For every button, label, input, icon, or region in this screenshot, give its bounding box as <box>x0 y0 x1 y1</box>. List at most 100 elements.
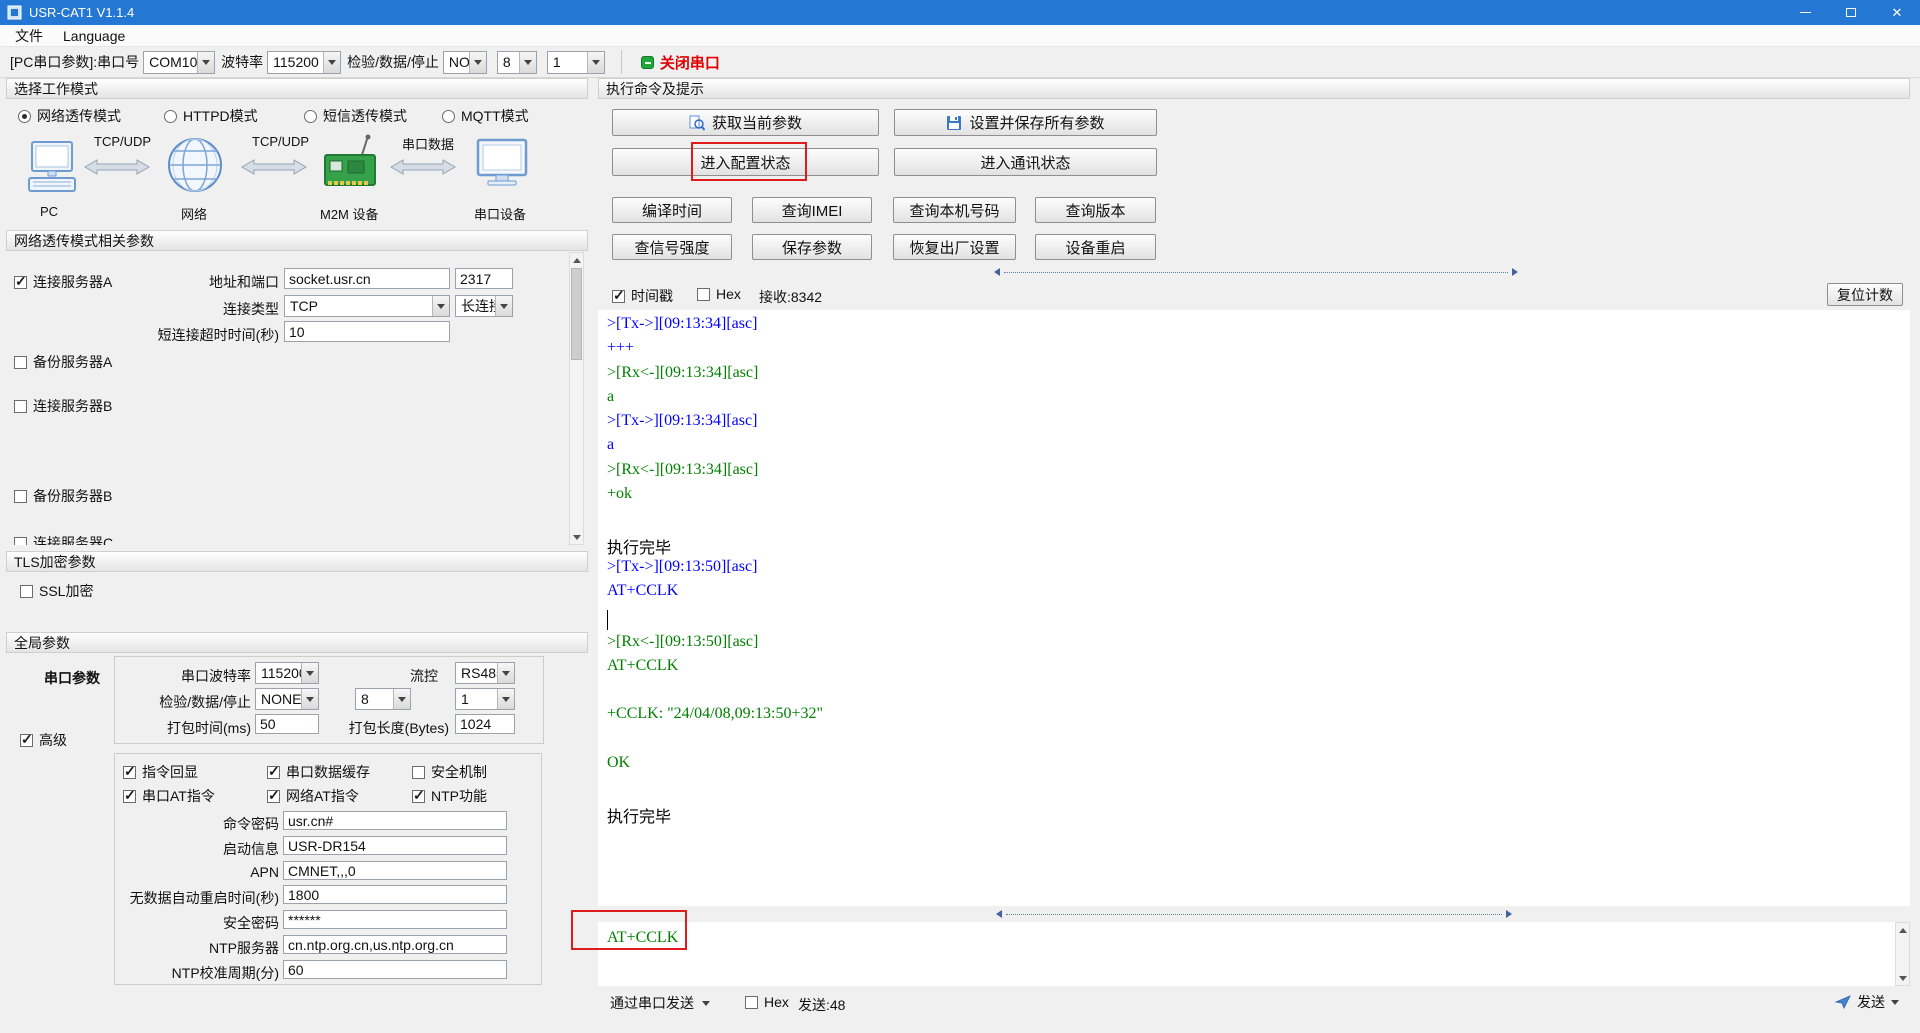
query-version-button[interactable]: 查询版本 <box>1035 197 1156 223</box>
set-save-params-button[interactable]: 设置并保存所有参数 <box>894 109 1157 136</box>
pc-label: PC <box>40 204 58 219</box>
network-label: 网络 <box>181 204 207 223</box>
get-params-button[interactable]: 获取当前参数 <box>612 109 879 136</box>
server-addr-input[interactable] <box>284 268 450 289</box>
g-parity-select[interactable]: NONE <box>255 688 319 710</box>
serial-at-checkbox-row[interactable]: 串口AT指令 <box>123 786 215 806</box>
baud-select[interactable]: 115200 <box>267 51 341 74</box>
stopbits-select[interactable]: 1 <box>547 51 605 74</box>
global-params-header: 全局参数 <box>6 632 588 653</box>
app-icon <box>7 5 22 20</box>
chevron-down-icon <box>497 689 514 709</box>
advanced-checkbox-row[interactable]: 高级 <box>20 730 67 750</box>
timestamp-checkbox <box>612 290 625 303</box>
close-icon: ✕ <box>1892 5 1903 21</box>
send-plane-icon <box>1835 995 1851 1009</box>
send-button[interactable]: 发送 <box>1835 992 1899 1012</box>
boot-info-input[interactable] <box>283 836 507 855</box>
factory-reset-button[interactable]: 恢复出厂设置 <box>893 234 1016 260</box>
save-icon <box>946 115 962 131</box>
recv-hex-checkbox-row[interactable]: Hex <box>697 286 741 302</box>
maximize-button[interactable] <box>1828 0 1874 25</box>
security-password-input[interactable] <box>283 910 507 929</box>
net-params-scrollbar[interactable] <box>569 252 584 545</box>
radio-net-passthrough[interactable]: 网络透传模式 <box>18 106 121 126</box>
query-imei-button[interactable]: 查询IMEI <box>752 197 872 223</box>
close-button[interactable]: ✕ <box>1874 0 1920 25</box>
send-input-area[interactable]: AT+CCLK <box>598 922 1910 986</box>
command-panel: 执行命令及提示 获取当前参数 设置并保存所有参数 进入配置状态 进入通讯状态 <box>598 78 1910 1018</box>
g-databits-select[interactable]: 8 <box>355 688 411 710</box>
keepalive-select[interactable]: 长连接 <box>455 295 513 317</box>
security-checkbox-row[interactable]: 安全机制 <box>412 762 487 782</box>
send-via-dropdown[interactable]: 通过串口发送 <box>610 993 710 1013</box>
device-restart-button[interactable]: 设备重启 <box>1035 234 1156 260</box>
server-b-checkbox <box>14 400 27 413</box>
radio-httpd[interactable]: HTTPD模式 <box>164 106 258 126</box>
parity-select[interactable]: NONI <box>443 51 487 74</box>
send-count: 发送:48 <box>798 995 845 1015</box>
enter-comm-button[interactable]: 进入通讯状态 <box>894 148 1157 176</box>
server-a-checkbox-row[interactable]: 连接服务器A <box>14 272 112 292</box>
menu-file[interactable]: 文件 <box>6 25 52 47</box>
scroll-right-icon <box>1512 268 1518 276</box>
radio-mqtt[interactable]: MQTT模式 <box>442 106 529 126</box>
close-serial-button[interactable]: 关闭串口 <box>632 49 729 76</box>
server-c-checkbox-row[interactable]: 连接服务器C <box>14 533 113 545</box>
serial-toolbar: [PC串口参数]:串口号 COM10 波特率 115200 检验/数据/停止 N… <box>0 47 1920 78</box>
compile-time-button[interactable]: 编译时间 <box>612 197 732 223</box>
ssl-checkbox-row[interactable]: SSL加密 <box>20 581 93 601</box>
log-hscrollbar-bottom[interactable] <box>996 908 1512 920</box>
pack-time-input[interactable] <box>255 714 319 734</box>
security-checkbox <box>412 766 425 779</box>
send-area-scrollbar[interactable] <box>1895 922 1910 986</box>
m2m-device-icon <box>321 133 379 195</box>
radio-sms-passthrough[interactable]: 短信透传模式 <box>304 106 407 126</box>
ntp-period-input[interactable] <box>283 960 507 979</box>
query-number-button[interactable]: 查询本机号码 <box>893 197 1016 223</box>
cmd-echo-checkbox-row[interactable]: 指令回显 <box>123 762 198 782</box>
radio-icon <box>442 110 455 123</box>
cmd-password-input[interactable] <box>283 811 507 830</box>
enter-config-button[interactable]: 进入配置状态 <box>612 148 879 176</box>
chevron-down-icon <box>432 296 449 316</box>
port-select[interactable]: COM10 <box>143 51 215 74</box>
backup-a-checkbox-row[interactable]: 备份服务器A <box>14 352 112 372</box>
ntp-checkbox-row[interactable]: NTP功能 <box>412 786 487 806</box>
settings-panel: 选择工作模式 网络透传模式 HTTPD模式 短信透传模式 MQTT模式 TCP/… <box>6 78 588 1018</box>
scroll-down-icon <box>1896 971 1909 985</box>
no-data-restart-input[interactable] <box>283 885 507 904</box>
server-b-checkbox-row[interactable]: 连接服务器B <box>14 396 112 416</box>
pc-icon <box>24 140 80 198</box>
tls-header: TLS加密参数 <box>6 551 588 572</box>
timestamp-checkbox-row[interactable]: 时间戳 <box>612 286 673 306</box>
parity-data-stop-label: 检验/数据/停止 <box>347 52 439 72</box>
menu-language[interactable]: Language <box>54 27 134 45</box>
net-at-checkbox-row[interactable]: 网络AT指令 <box>267 786 359 806</box>
pack-len-label: 打包长度(Bytes) <box>349 718 449 738</box>
ntp-server-input[interactable] <box>283 935 507 954</box>
link1-label: TCP/UDP <box>94 134 151 149</box>
log-hscrollbar-top[interactable] <box>994 266 1518 278</box>
security-password-label: 安全密码 <box>223 913 279 933</box>
g-stopbits-select[interactable]: 1 <box>455 688 515 710</box>
serial-cache-checkbox-row[interactable]: 串口数据缓存 <box>267 762 370 782</box>
conn-type-select[interactable]: TCP <box>284 295 450 317</box>
log-area[interactable]: >[Tx->][09:13:34][asc]+++>[Rx<-][09:13:3… <box>598 310 1910 906</box>
signal-strength-button[interactable]: 查信号强度 <box>612 234 732 260</box>
reset-count-button[interactable]: 复位计数 <box>1827 283 1903 306</box>
minimize-button[interactable] <box>1782 0 1828 25</box>
send-hex-checkbox-row[interactable]: Hex <box>745 994 789 1010</box>
flow-select[interactable]: RS485 <box>455 662 515 684</box>
pack-len-input[interactable] <box>455 714 515 734</box>
apn-input[interactable] <box>283 861 507 880</box>
addr-port-label: 地址和端口 <box>209 272 279 292</box>
g-baud-select[interactable]: 115200 <box>255 662 319 684</box>
server-port-input[interactable] <box>455 268 513 289</box>
backup-b-checkbox-row[interactable]: 备份服务器B <box>14 486 112 506</box>
recv-hex-checkbox <box>697 288 710 301</box>
send-input-text: AT+CCLK <box>607 929 678 947</box>
databits-select[interactable]: 8 <box>497 51 537 74</box>
short-conn-timeout-input[interactable] <box>284 321 450 342</box>
save-params-button[interactable]: 保存参数 <box>752 234 872 260</box>
